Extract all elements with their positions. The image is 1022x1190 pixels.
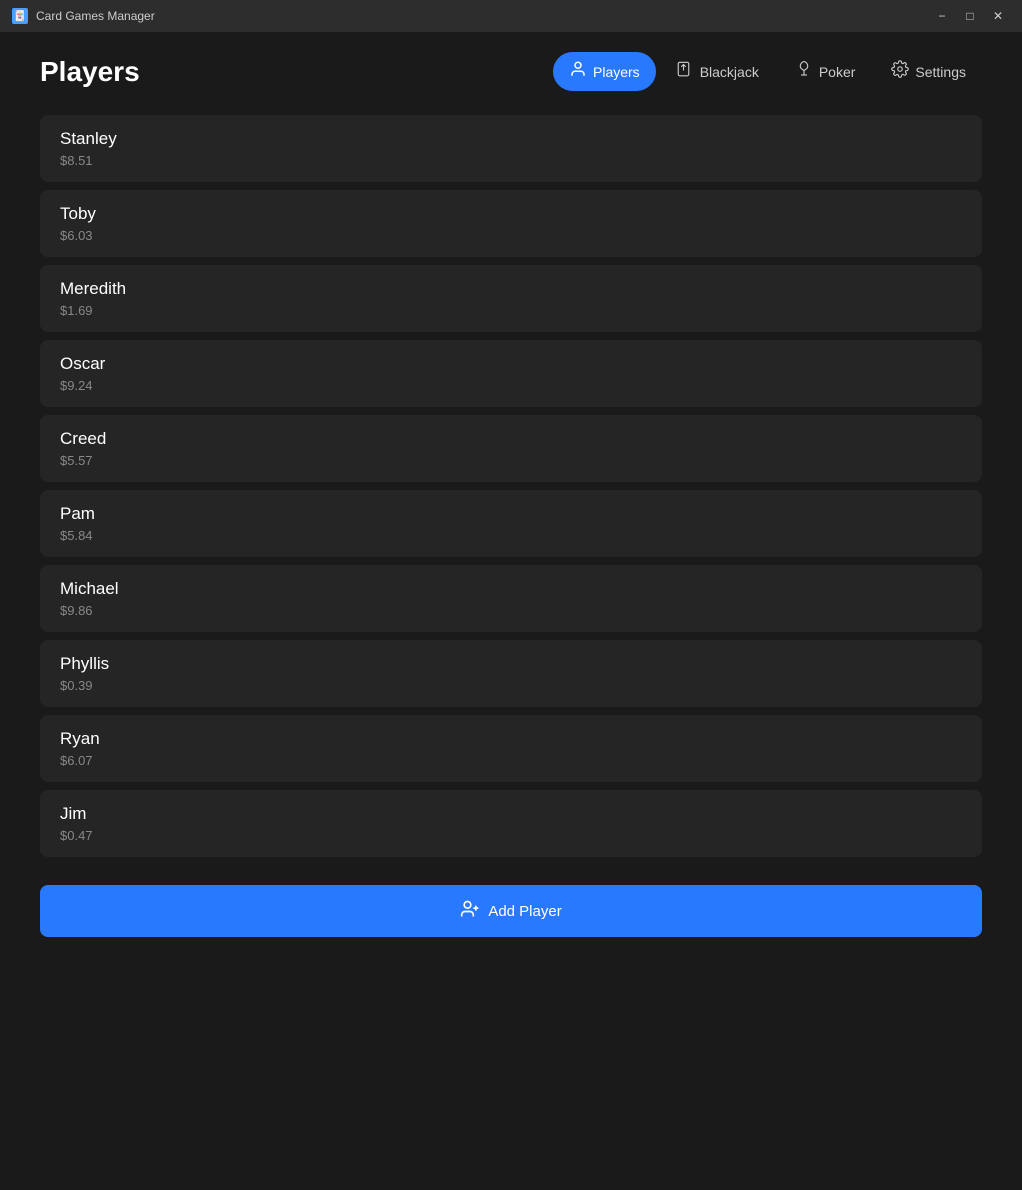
add-player-button[interactable]: Add Player: [40, 885, 982, 937]
player-balance: $9.86: [60, 603, 962, 618]
tab-poker-label: Poker: [819, 64, 856, 80]
tab-settings-label: Settings: [915, 64, 966, 80]
add-player-icon: [460, 899, 480, 923]
player-card[interactable]: Stanley $8.51: [40, 115, 982, 182]
player-balance: $6.03: [60, 228, 962, 243]
player-card[interactable]: Ryan $6.07: [40, 715, 982, 782]
tab-blackjack-label: Blackjack: [700, 64, 759, 80]
player-balance: $8.51: [60, 153, 962, 168]
player-card[interactable]: Meredith $1.69: [40, 265, 982, 332]
player-card[interactable]: Toby $6.03: [40, 190, 982, 257]
app-icon: 🃏: [12, 8, 28, 24]
blackjack-icon: [676, 60, 694, 83]
player-name: Ryan: [60, 729, 962, 749]
player-balance: $5.84: [60, 528, 962, 543]
player-name: Pam: [60, 504, 962, 524]
maximize-button[interactable]: □: [958, 6, 982, 26]
players-icon: [569, 60, 587, 83]
minimize-button[interactable]: −: [930, 6, 954, 26]
poker-icon: [795, 60, 813, 83]
player-name: Creed: [60, 429, 962, 449]
title-bar-left: 🃏 Card Games Manager: [12, 8, 155, 24]
player-card[interactable]: Pam $5.84: [40, 490, 982, 557]
title-bar: 🃏 Card Games Manager − □ ✕: [0, 0, 1022, 32]
player-balance: $0.47: [60, 828, 962, 843]
player-card[interactable]: Michael $9.86: [40, 565, 982, 632]
player-name: Meredith: [60, 279, 962, 299]
header: Players Players: [40, 52, 982, 91]
main-content: Players Players: [0, 32, 1022, 1190]
player-name: Jim: [60, 804, 962, 824]
player-name: Phyllis: [60, 654, 962, 674]
player-name: Toby: [60, 204, 962, 224]
tab-blackjack[interactable]: Blackjack: [660, 52, 775, 91]
player-balance: $1.69: [60, 303, 962, 318]
player-card[interactable]: Phyllis $0.39: [40, 640, 982, 707]
nav-bar: Players Blackjack: [553, 52, 982, 91]
player-name: Oscar: [60, 354, 962, 374]
tab-players-label: Players: [593, 64, 640, 80]
players-list: Stanley $8.51 Toby $6.03 Meredith $1.69 Oscar $…: [40, 115, 982, 877]
tab-poker[interactable]: Poker: [779, 52, 872, 91]
add-player-label: Add Player: [488, 903, 561, 920]
tab-settings[interactable]: Settings: [875, 52, 982, 91]
player-balance: $0.39: [60, 678, 962, 693]
page-title: Players: [40, 56, 140, 88]
player-balance: $6.07: [60, 753, 962, 768]
player-card[interactable]: Creed $5.57: [40, 415, 982, 482]
player-name: Stanley: [60, 129, 962, 149]
tab-players[interactable]: Players: [553, 52, 656, 91]
player-balance: $9.24: [60, 378, 962, 393]
settings-icon: [891, 60, 909, 83]
player-balance: $5.57: [60, 453, 962, 468]
title-bar-controls: − □ ✕: [930, 6, 1010, 26]
close-button[interactable]: ✕: [986, 6, 1010, 26]
player-name: Michael: [60, 579, 962, 599]
app-title: Card Games Manager: [36, 9, 155, 23]
player-card[interactable]: Oscar $9.24: [40, 340, 982, 407]
player-card[interactable]: Jim $0.47: [40, 790, 982, 857]
